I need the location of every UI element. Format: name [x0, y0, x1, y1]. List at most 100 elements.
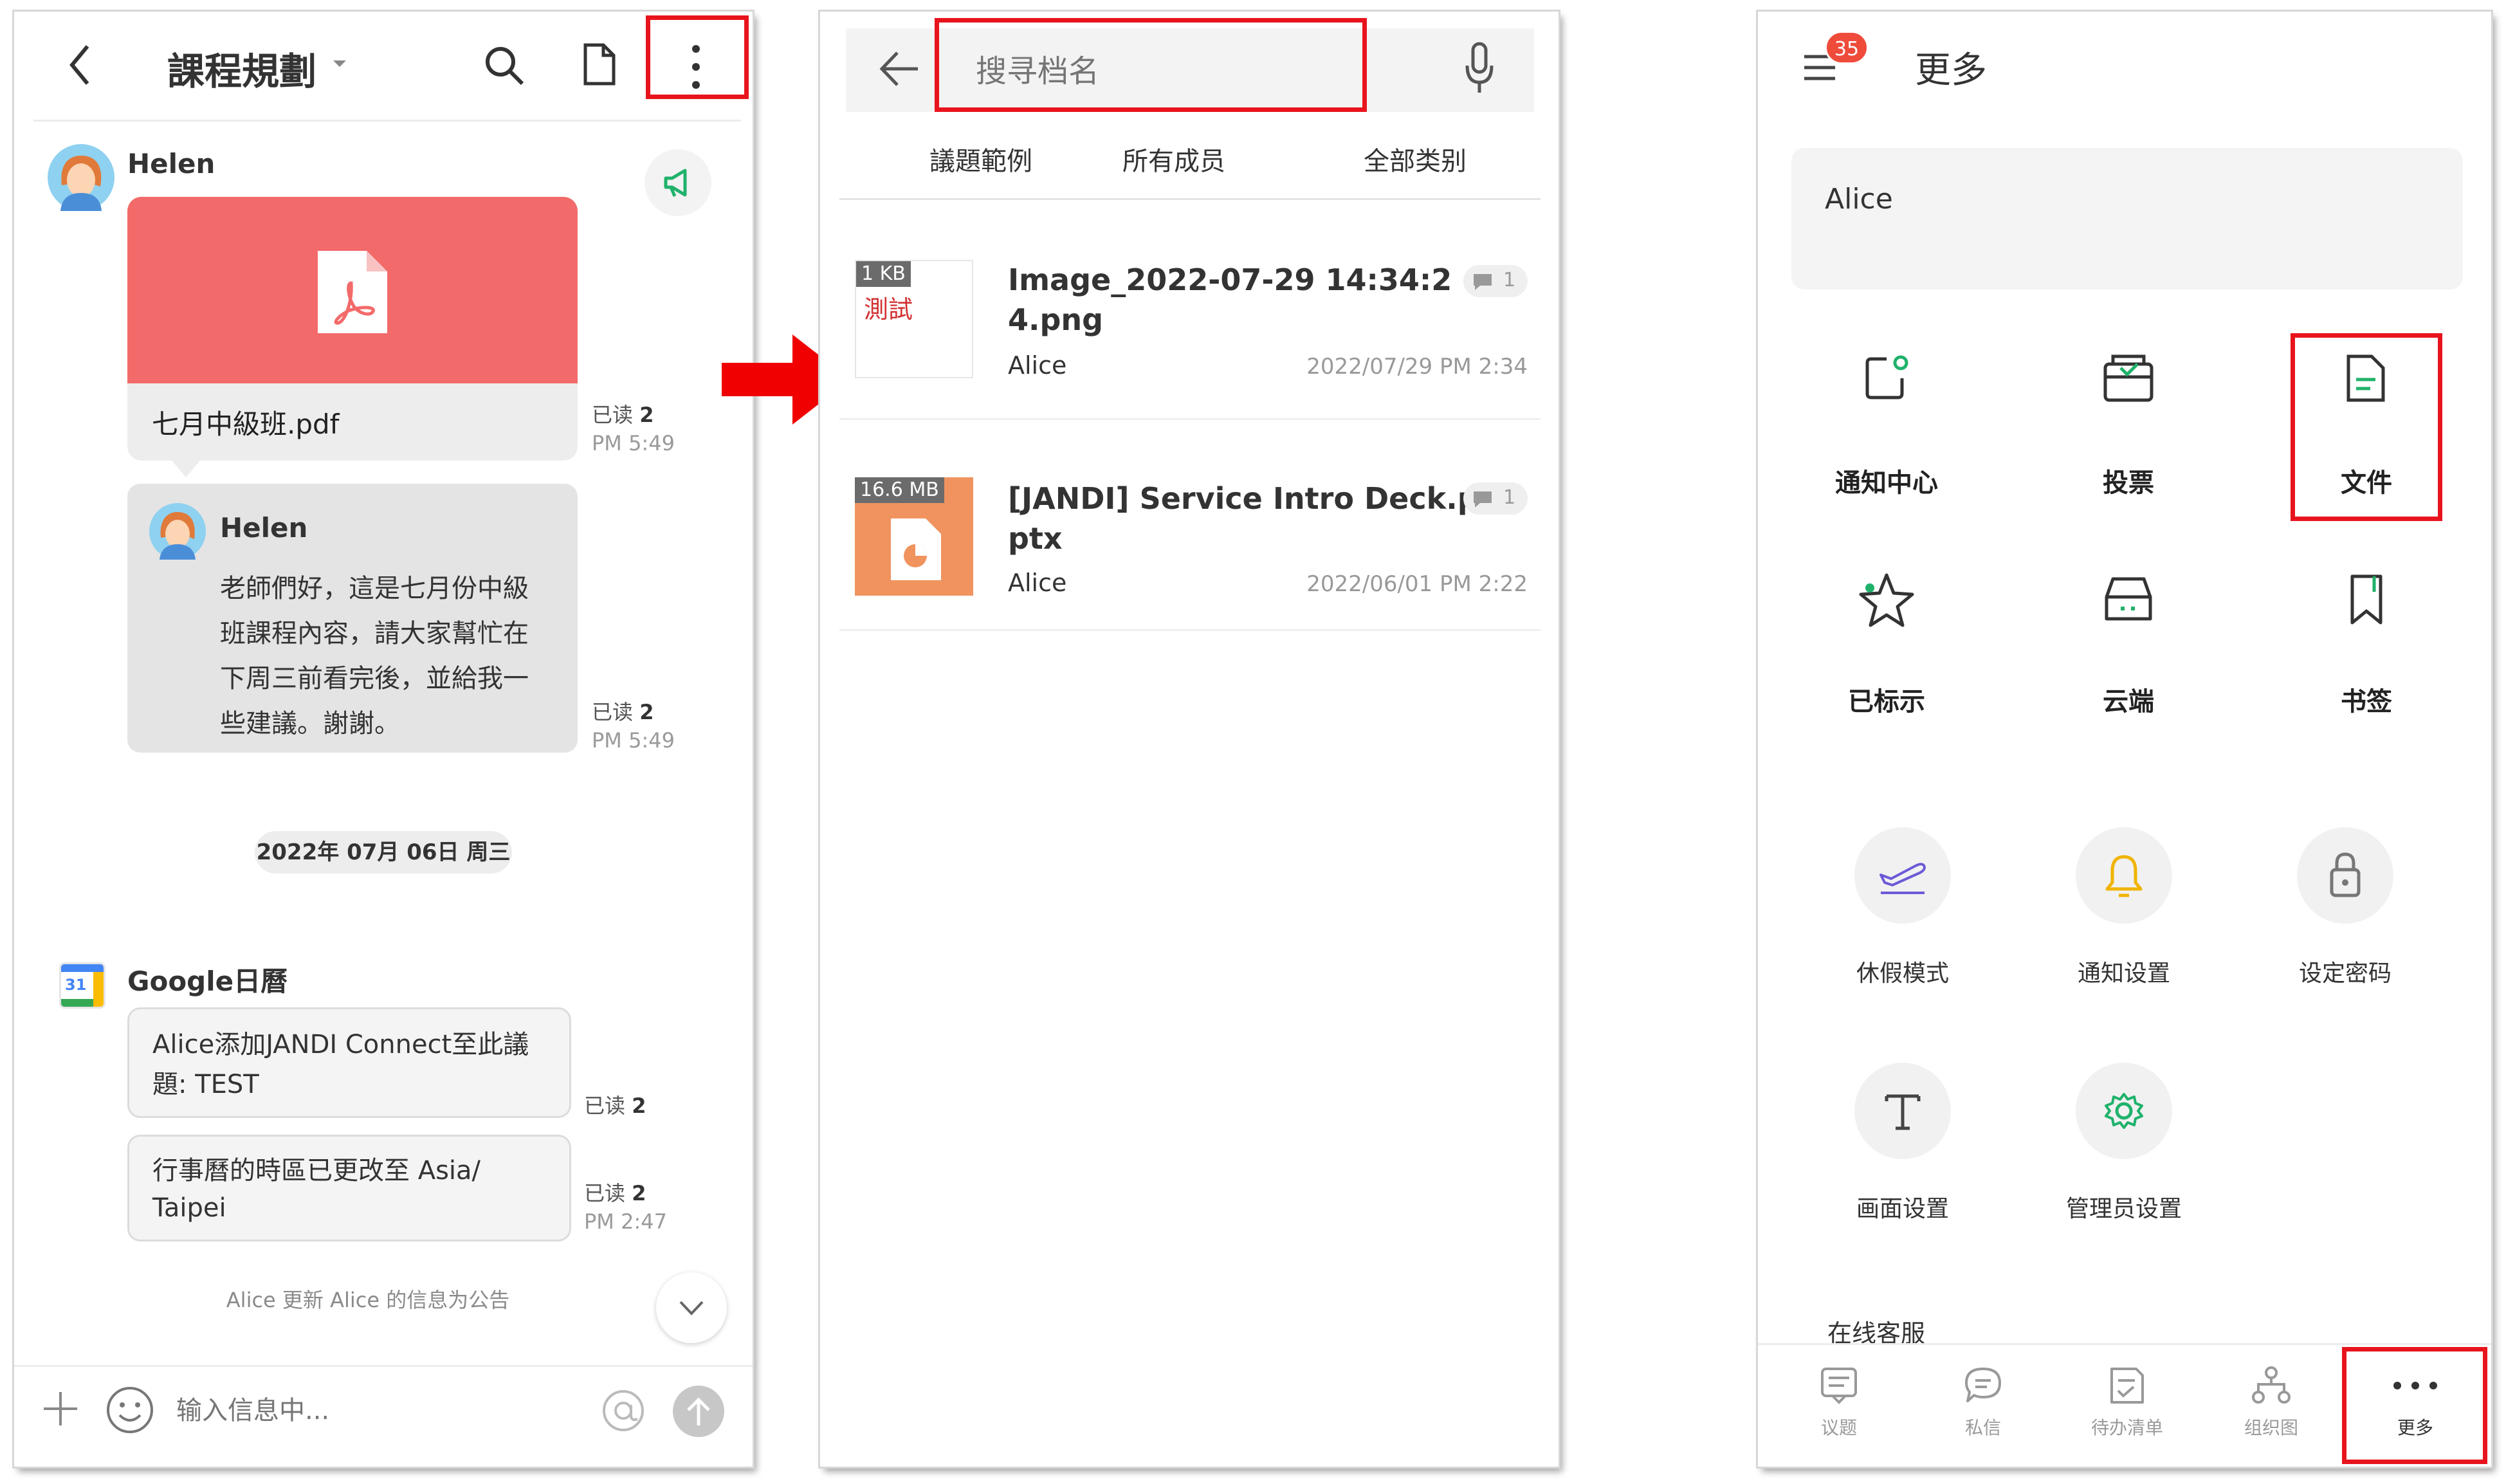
file-name: 七月中級班.pdf [152, 408, 340, 440]
passcode-button[interactable] [2297, 827, 2393, 924]
message-time: PM 5:49 [592, 728, 675, 753]
arrow-up-icon [687, 1397, 710, 1425]
setting-vacation-mode[interactable]: 休假模式 [1806, 955, 1999, 988]
read-label: 已读 [592, 403, 634, 427]
gear-icon [2105, 1093, 2143, 1129]
menu-vote[interactable]: 投票 [2032, 462, 2225, 499]
read-count: 2 [639, 700, 654, 724]
menu-cloud[interactable]: 云端 [2032, 681, 2225, 718]
plus-icon[interactable] [41, 1389, 80, 1428]
avatar [149, 503, 206, 560]
nav-org-chart[interactable]: 组织图 [2220, 1414, 2323, 1440]
message-bubble[interactable]: 行事曆的時區已更改至 Asia/ Taipei [127, 1135, 571, 1241]
calendar-side [93, 972, 104, 1007]
setting-display[interactable]: 画面设置 [1806, 1190, 1999, 1223]
notification-settings-button[interactable] [2076, 827, 2172, 924]
vacation-mode-button[interactable] [1854, 827, 1951, 924]
list-item[interactable]: 1 KB 測試 Image_2022-07-29 14:34:2 4.png 1… [839, 202, 1541, 421]
back-arrow-icon[interactable] [877, 46, 922, 91]
topic-icon[interactable] [1818, 1365, 1860, 1406]
comment-icon [1474, 491, 1492, 508]
ppt-icon [891, 518, 941, 580]
sender-name: Google日曆 [127, 966, 288, 997]
admin-settings-button[interactable] [2076, 1063, 2172, 1159]
setting-passcode[interactable]: 设定密码 [2249, 955, 2442, 988]
todo-icon[interactable] [2107, 1365, 2148, 1406]
quote-line: 老師們好，這是七月份中級 [220, 574, 529, 603]
calendar-bar [61, 964, 104, 972]
file-card[interactable]: 七月中級班.pdf [127, 197, 578, 461]
file-search-screen: 議題範例 所有成员 全部类别 1 KB 測試 Image_2022-07-29 … [820, 12, 1559, 1467]
file-name-line: Image_2022-07-29 14:34:2 [1008, 262, 1452, 297]
read-count: 2 [639, 403, 654, 427]
file-owner: Alice [1008, 351, 1067, 380]
announcement-button[interactable] [645, 149, 711, 216]
comment-count: 1 [1463, 265, 1528, 297]
filter-category[interactable]: 全部类别 [1319, 140, 1512, 178]
microphone-icon[interactable] [1463, 40, 1495, 98]
file-thumbnail: 1 KB 測試 [855, 260, 973, 378]
file-name-line: [JANDI] Service Intro Deck.p [1008, 481, 1479, 516]
profile-card[interactable]: Alice [1791, 148, 2463, 289]
chevron-down-icon [679, 1301, 704, 1315]
text-icon [1885, 1094, 1921, 1130]
read-receipt: 已读 2 [592, 699, 654, 726]
display-settings-button[interactable] [1854, 1063, 1951, 1159]
calendar-day: 31 [65, 976, 87, 994]
profile-name: Alice [1825, 183, 1893, 215]
read-label: 已读 [584, 1181, 626, 1205]
nav-messages[interactable]: 私信 [1932, 1414, 2035, 1440]
read-label: 已读 [584, 1094, 626, 1118]
setting-admin[interactable]: 管理员设置 [2027, 1190, 2220, 1223]
file-size: 1 KB [856, 261, 911, 287]
org-chart-icon[interactable] [2251, 1365, 2292, 1406]
scroll-down-button[interactable] [656, 1272, 727, 1343]
chat-bubble-icon[interactable] [1962, 1365, 2004, 1406]
setting-notifications[interactable]: 通知设置 [2027, 955, 2220, 988]
cloud-drive-icon[interactable] [2101, 574, 2155, 625]
quote-line: 些建議。謝謝。 [220, 709, 400, 738]
bookmark-icon[interactable] [2347, 573, 2386, 627]
highlight-box [935, 18, 1367, 112]
message-line: 題: TEST [152, 1070, 259, 1099]
chevron-down-icon[interactable] [331, 57, 349, 69]
search-icon[interactable] [482, 44, 527, 89]
star-icon[interactable] [1857, 571, 1916, 630]
bubble-tail [172, 461, 200, 477]
menu-starred[interactable]: 已标示 [1790, 681, 1983, 718]
message-text: 行事曆的時區已更改至 Asia/ Taipei [152, 1152, 480, 1227]
filter-member[interactable]: 所有成员 [1077, 140, 1270, 178]
send-button[interactable] [673, 1386, 724, 1437]
mention-icon[interactable] [601, 1388, 646, 1433]
file-size: 16.6 MB [855, 477, 944, 503]
nav-todo[interactable]: 待办清单 [2076, 1414, 2179, 1440]
page-title[interactable]: 課程規劃 [167, 41, 316, 95]
emoji-icon[interactable] [105, 1386, 154, 1434]
divider [14, 1365, 753, 1367]
file-date: 2022/06/01 PM 2:22 [1306, 571, 1528, 597]
lock-icon [2330, 852, 2361, 897]
airplane-icon [1880, 863, 1926, 894]
back-icon[interactable] [67, 42, 93, 87]
notification-center-icon[interactable] [1861, 353, 1912, 404]
megaphone-icon [664, 169, 687, 197]
nav-topics[interactable]: 议题 [1788, 1414, 1890, 1440]
read-receipt: 已读 2 [584, 1092, 646, 1119]
comment-number: 1 [1503, 269, 1516, 291]
filter-topic[interactable]: 議題範例 [884, 140, 1077, 178]
file-icon[interactable] [580, 42, 619, 87]
message-input[interactable] [175, 1388, 587, 1433]
quote-line: 下周三前看完後，並給我一 [220, 664, 529, 693]
bell-icon [2105, 855, 2143, 897]
avatar[interactable] [48, 144, 114, 211]
list-item[interactable]: 16.6 MB [JANDI] Service Intro Deck.p ptx… [839, 421, 1541, 639]
vote-icon[interactable] [2101, 353, 2155, 404]
highlight-box [2342, 1347, 2487, 1464]
divider [33, 120, 741, 122]
comment-count: 1 [1463, 482, 1528, 515]
quoted-message[interactable]: Helen 老師們好，這是七月份中級 班課程內容，請大家幫忙在 下周三前看完後，… [127, 484, 578, 753]
notification-badge: 35 [1825, 31, 1869, 64]
menu-notification-center[interactable]: 通知中心 [1790, 462, 1983, 499]
menu-bookmarks[interactable]: 书签 [2270, 681, 2463, 718]
message-bubble[interactable]: Alice添加JANDI Connect至此議 題: TEST [127, 1007, 571, 1118]
